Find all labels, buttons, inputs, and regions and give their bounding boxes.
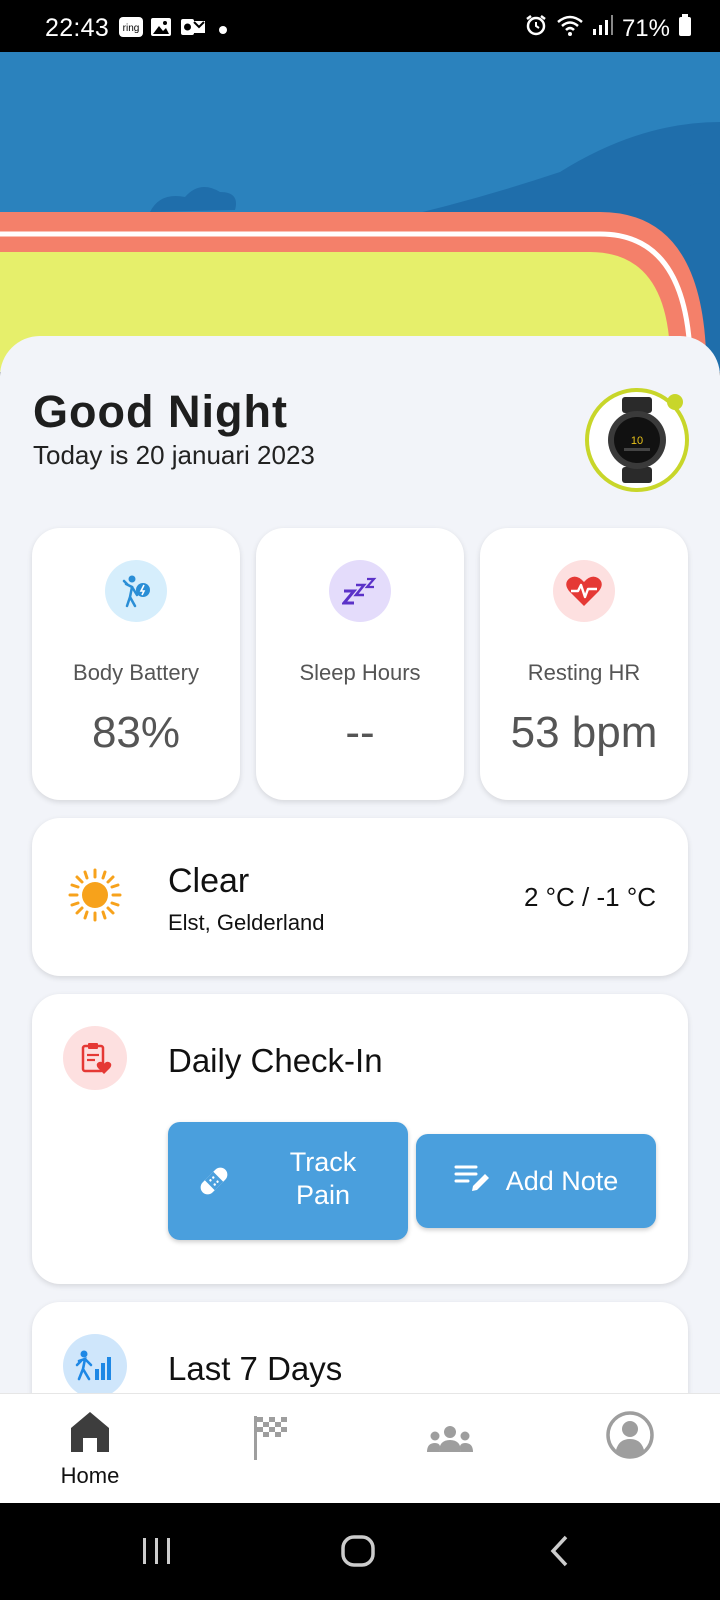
community-icon <box>427 1426 473 1452</box>
weather-temperature: 2 °C / -1 °C <box>523 882 656 912</box>
hero-illustration <box>0 52 720 372</box>
back-button[interactable] <box>548 1534 572 1573</box>
metric-card-body-battery[interactable]: Body Battery 83% <box>32 528 240 800</box>
status-bar: 22:43 ring 71% <box>0 0 720 52</box>
greeting-title: Good Night <box>33 386 288 437</box>
smartwatch-icon: 10 <box>608 397 666 483</box>
weather-condition: Clear <box>168 862 250 900</box>
content-panel: Good Night Today is 20 januari 2023 10 B… <box>0 336 720 1396</box>
recent-apps-button[interactable] <box>140 1536 174 1571</box>
signal-icon <box>592 14 614 43</box>
svg-text:10: 10 <box>631 435 643 447</box>
nav-home[interactable]: Home <box>30 1408 150 1489</box>
profile-icon <box>606 1411 654 1459</box>
add-note-label: Add Note <box>505 1165 619 1196</box>
battery-percentage: 71% <box>621 14 670 42</box>
status-time: 22:43 <box>45 14 110 42</box>
clipboard-heart-icon <box>63 1026 127 1090</box>
add-note-button[interactable]: Add Note <box>416 1134 656 1228</box>
bottom-navigation: Home <box>0 1393 720 1503</box>
wifi-icon <box>556 13 584 44</box>
home-circle-icon <box>341 1535 375 1567</box>
activity-chart-icon <box>63 1334 127 1396</box>
date-line: Today is 20 januari 2023 <box>33 440 315 470</box>
sleep-icon <box>329 560 391 622</box>
alarm-icon <box>524 13 548 44</box>
bandage-icon <box>196 1163 232 1204</box>
metric-value: 83% <box>91 708 181 757</box>
metric-label: Body Battery <box>73 660 199 685</box>
gallery-notification-icon <box>150 16 172 43</box>
weather-card[interactable]: Clear Elst, Gelderland 2 °C / -1 °C <box>32 818 688 976</box>
system-navigation-bar <box>0 1504 720 1600</box>
more-notifications-dot-icon <box>218 22 228 40</box>
weather-location: Elst, Gelderland <box>168 910 325 935</box>
heart-rate-icon <box>553 560 615 622</box>
metric-label: Sleep Hours <box>299 660 421 685</box>
nav-challenges[interactable] <box>210 1414 330 1467</box>
device-status-dot <box>667 394 683 410</box>
metric-value: -- <box>345 708 375 757</box>
body-battery-icon <box>105 560 167 622</box>
back-chevron-icon <box>550 1535 568 1567</box>
metric-value: 53 bpm <box>510 708 658 757</box>
nav-community[interactable] <box>390 1424 510 1459</box>
track-pain-button[interactable]: Track Pain <box>168 1122 408 1240</box>
track-pain-label: Track Pain <box>289 1147 357 1210</box>
checkin-title: Daily Check-In <box>168 1042 383 1079</box>
edit-note-icon <box>454 1161 492 1202</box>
daily-checkin-card: Daily Check-In Track Pain Add Note <box>32 994 688 1284</box>
svg-text:ring: ring <box>123 23 140 34</box>
ring-notification-icon: ring <box>118 16 144 43</box>
sun-icon <box>68 868 122 927</box>
nav-home-label: Home <box>60 1463 120 1488</box>
home-system-button[interactable] <box>340 1534 376 1573</box>
metric-card-sleep-hours[interactable]: Sleep Hours -- <box>256 528 464 800</box>
metric-label: Resting HR <box>527 660 641 685</box>
battery-icon <box>678 13 692 44</box>
last-7-days-card[interactable]: Last 7 Days <box>32 1302 688 1396</box>
nav-profile[interactable] <box>570 1410 690 1465</box>
metric-card-resting-hr[interactable]: Resting HR 53 bpm <box>480 528 688 800</box>
device-avatar[interactable]: 10 <box>585 388 689 492</box>
challenges-flag-icon <box>254 1416 287 1460</box>
outlook-notification-icon <box>180 16 206 43</box>
home-icon <box>71 1412 109 1452</box>
recent-apps-icon <box>143 1538 170 1564</box>
last-7-days-title: Last 7 Days <box>168 1350 343 1387</box>
